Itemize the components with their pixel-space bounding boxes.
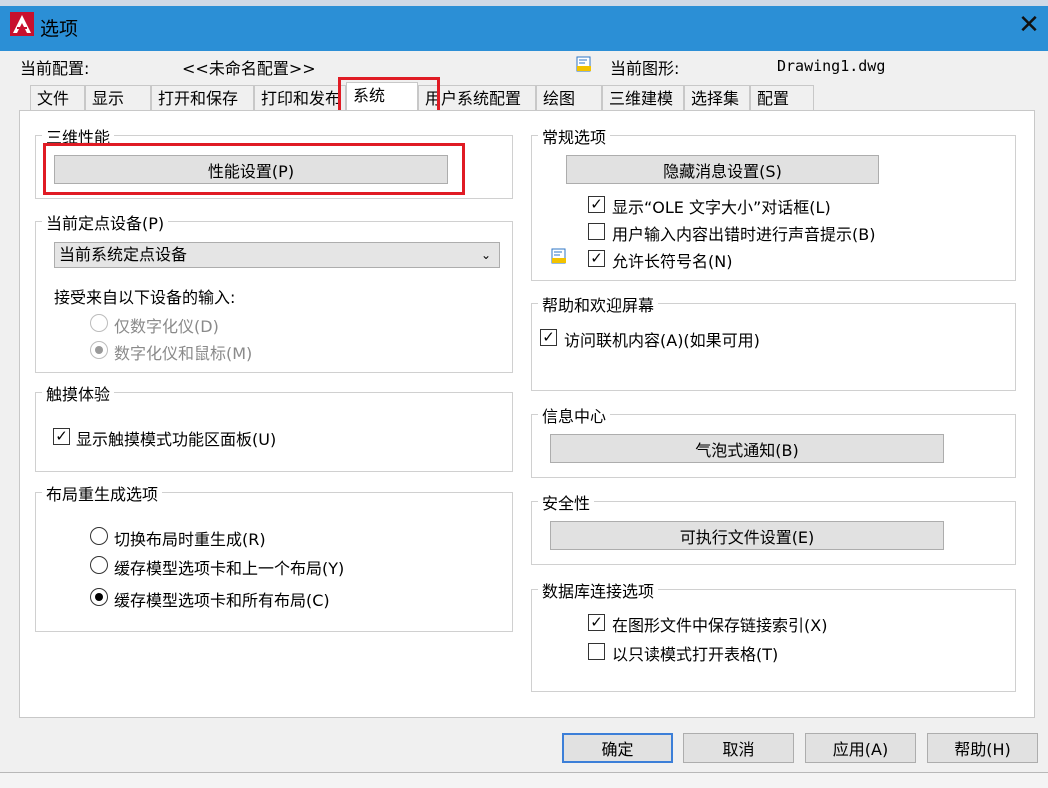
help-welcome-group: 帮助和欢迎屏幕 ✓ 访问联机内容(A)(如果可用) xyxy=(531,292,1016,391)
hidden-message-settings-button[interactable]: 隐藏消息设置(S) xyxy=(566,155,879,184)
close-button[interactable]: ✕ xyxy=(1014,10,1044,40)
tab-files[interactable]: 文件 xyxy=(30,85,85,111)
cancel-button[interactable]: 取消 xyxy=(683,733,794,763)
tab-drafting[interactable]: 绘图 xyxy=(536,85,602,111)
cache-model-all-layouts-radio[interactable] xyxy=(90,588,108,606)
apply-button[interactable]: 应用(A) xyxy=(805,733,916,763)
group-title-info-center: 信息中心 xyxy=(538,403,611,427)
current-drawing-label: 当前图形: xyxy=(610,59,680,78)
ole-text-size-checkbox[interactable]: ✓ xyxy=(588,196,605,213)
regen-on-switch-label: 切换布局时重生成(R) xyxy=(114,530,266,549)
group-title-touch: 触摸体验 xyxy=(42,381,115,405)
current-drawing-value: Drawing1.dwg xyxy=(777,57,886,75)
touch-ribbon-checkbox[interactable]: ✓ xyxy=(53,428,70,445)
digitizer-and-mouse-radio[interactable] xyxy=(90,341,108,359)
database-connectivity-group: 数据库连接选项 ✓ 在图形文件中保存链接索引(X) 以只读模式打开表格(T) xyxy=(531,578,1016,692)
title-bar-top-strip xyxy=(0,0,1048,6)
group-title-security: 安全性 xyxy=(538,490,595,514)
group-title-help: 帮助和欢迎屏幕 xyxy=(538,292,659,316)
executable-settings-button[interactable]: 可执行文件设置(E) xyxy=(550,521,944,550)
cache-model-last-layout-label: 缓存模型选项卡和上一个布局(Y) xyxy=(114,559,345,578)
online-content-checkbox[interactable]: ✓ xyxy=(540,329,557,346)
general-options-group: 常规选项 隐藏消息设置(S) ✓ 显示“OLE 文字大小”对话框(L) 用户输入… xyxy=(531,124,1016,281)
tab-3d-modeling[interactable]: 三维建模 xyxy=(602,85,684,111)
long-symbol-names-checkbox[interactable]: ✓ xyxy=(588,250,605,267)
pointing-device-group: 当前定点设备(P) 当前系统定点设备 ⌄ 接受来自以下设备的输入: 仅数字化仪(… xyxy=(35,210,513,373)
read-only-tables-checkbox[interactable] xyxy=(588,643,605,660)
save-link-index-checkbox[interactable]: ✓ xyxy=(588,614,605,631)
long-symbol-names-label: 允许长符号名(N) xyxy=(612,252,733,271)
title-bar xyxy=(0,0,1048,51)
tab-open-save[interactable]: 打开和保存 xyxy=(151,85,254,111)
help-button[interactable]: 帮助(H) xyxy=(927,733,1038,763)
accept-input-label: 接受来自以下设备的输入: xyxy=(54,288,236,307)
save-link-index-label: 在图形文件中保存链接索引(X) xyxy=(612,616,828,635)
read-only-tables-label: 以只读模式打开表格(T) xyxy=(612,645,779,664)
digitizer-only-label: 仅数字化仪(D) xyxy=(114,317,219,336)
group-title-layout-regen: 布局重生成选项 xyxy=(42,481,163,505)
ok-button[interactable]: 确定 xyxy=(562,733,673,763)
chevron-down-icon: ⌄ xyxy=(480,248,491,262)
group-title-general: 常规选项 xyxy=(538,124,611,148)
touch-experience-group: 触摸体验 ✓ 显示触摸模式功能区面板(U) xyxy=(35,381,513,472)
digitizer-only-radio[interactable] xyxy=(90,314,108,332)
pointing-device-selected-value: 当前系统定点设备 xyxy=(59,245,188,264)
info-center-group: 信息中心 气泡式通知(B) xyxy=(531,403,1016,478)
drawing-file-icon xyxy=(576,56,591,72)
cache-model-last-layout-radio[interactable] xyxy=(90,556,108,574)
layout-regen-group: 布局重生成选项 切换布局时重生成(R) 缓存模型选项卡和上一个布局(Y) 缓存模… xyxy=(35,481,513,632)
current-profile-value: <<未命名配置>> xyxy=(182,59,316,78)
balloon-notification-button[interactable]: 气泡式通知(B) xyxy=(550,434,944,463)
tab-display[interactable]: 显示 xyxy=(85,85,151,111)
window-title: 选项 xyxy=(40,18,79,40)
background-strip xyxy=(0,772,1048,788)
performance-button-highlight-box xyxy=(43,143,465,195)
autocad-logo-icon xyxy=(10,12,34,36)
group-title-pointing-device: 当前定点设备(P) xyxy=(42,210,169,234)
group-title-database: 数据库连接选项 xyxy=(538,578,659,602)
touch-ribbon-label: 显示触摸模式功能区面板(U) xyxy=(76,430,277,449)
tab-profiles[interactable]: 配置 xyxy=(750,85,814,111)
digitizer-and-mouse-label: 数字化仪和鼠标(M) xyxy=(114,344,253,363)
drawing-file-icon xyxy=(551,248,566,264)
tab-selection[interactable]: 选择集 xyxy=(684,85,750,111)
tab-plot-publish[interactable]: 打印和发布 xyxy=(254,85,346,111)
beep-on-error-label: 用户输入内容出错时进行声音提示(B) xyxy=(612,225,876,244)
security-group: 安全性 可执行文件设置(E) xyxy=(531,490,1016,565)
ole-text-size-label: 显示“OLE 文字大小”对话框(L) xyxy=(612,198,831,217)
cache-model-all-layouts-label: 缓存模型选项卡和所有布局(C) xyxy=(114,591,330,610)
current-profile-label: 当前配置: xyxy=(20,59,90,78)
beep-on-error-checkbox[interactable] xyxy=(588,223,605,240)
system-tab-panel: 三维性能 性能设置(P) 当前定点设备(P) 当前系统定点设备 ⌄ 接受来自以下… xyxy=(19,110,1035,718)
pointing-device-select[interactable]: 当前系统定点设备 ⌄ xyxy=(54,242,500,268)
online-content-label: 访问联机内容(A)(如果可用) xyxy=(564,331,760,350)
regen-on-switch-radio[interactable] xyxy=(90,527,108,545)
